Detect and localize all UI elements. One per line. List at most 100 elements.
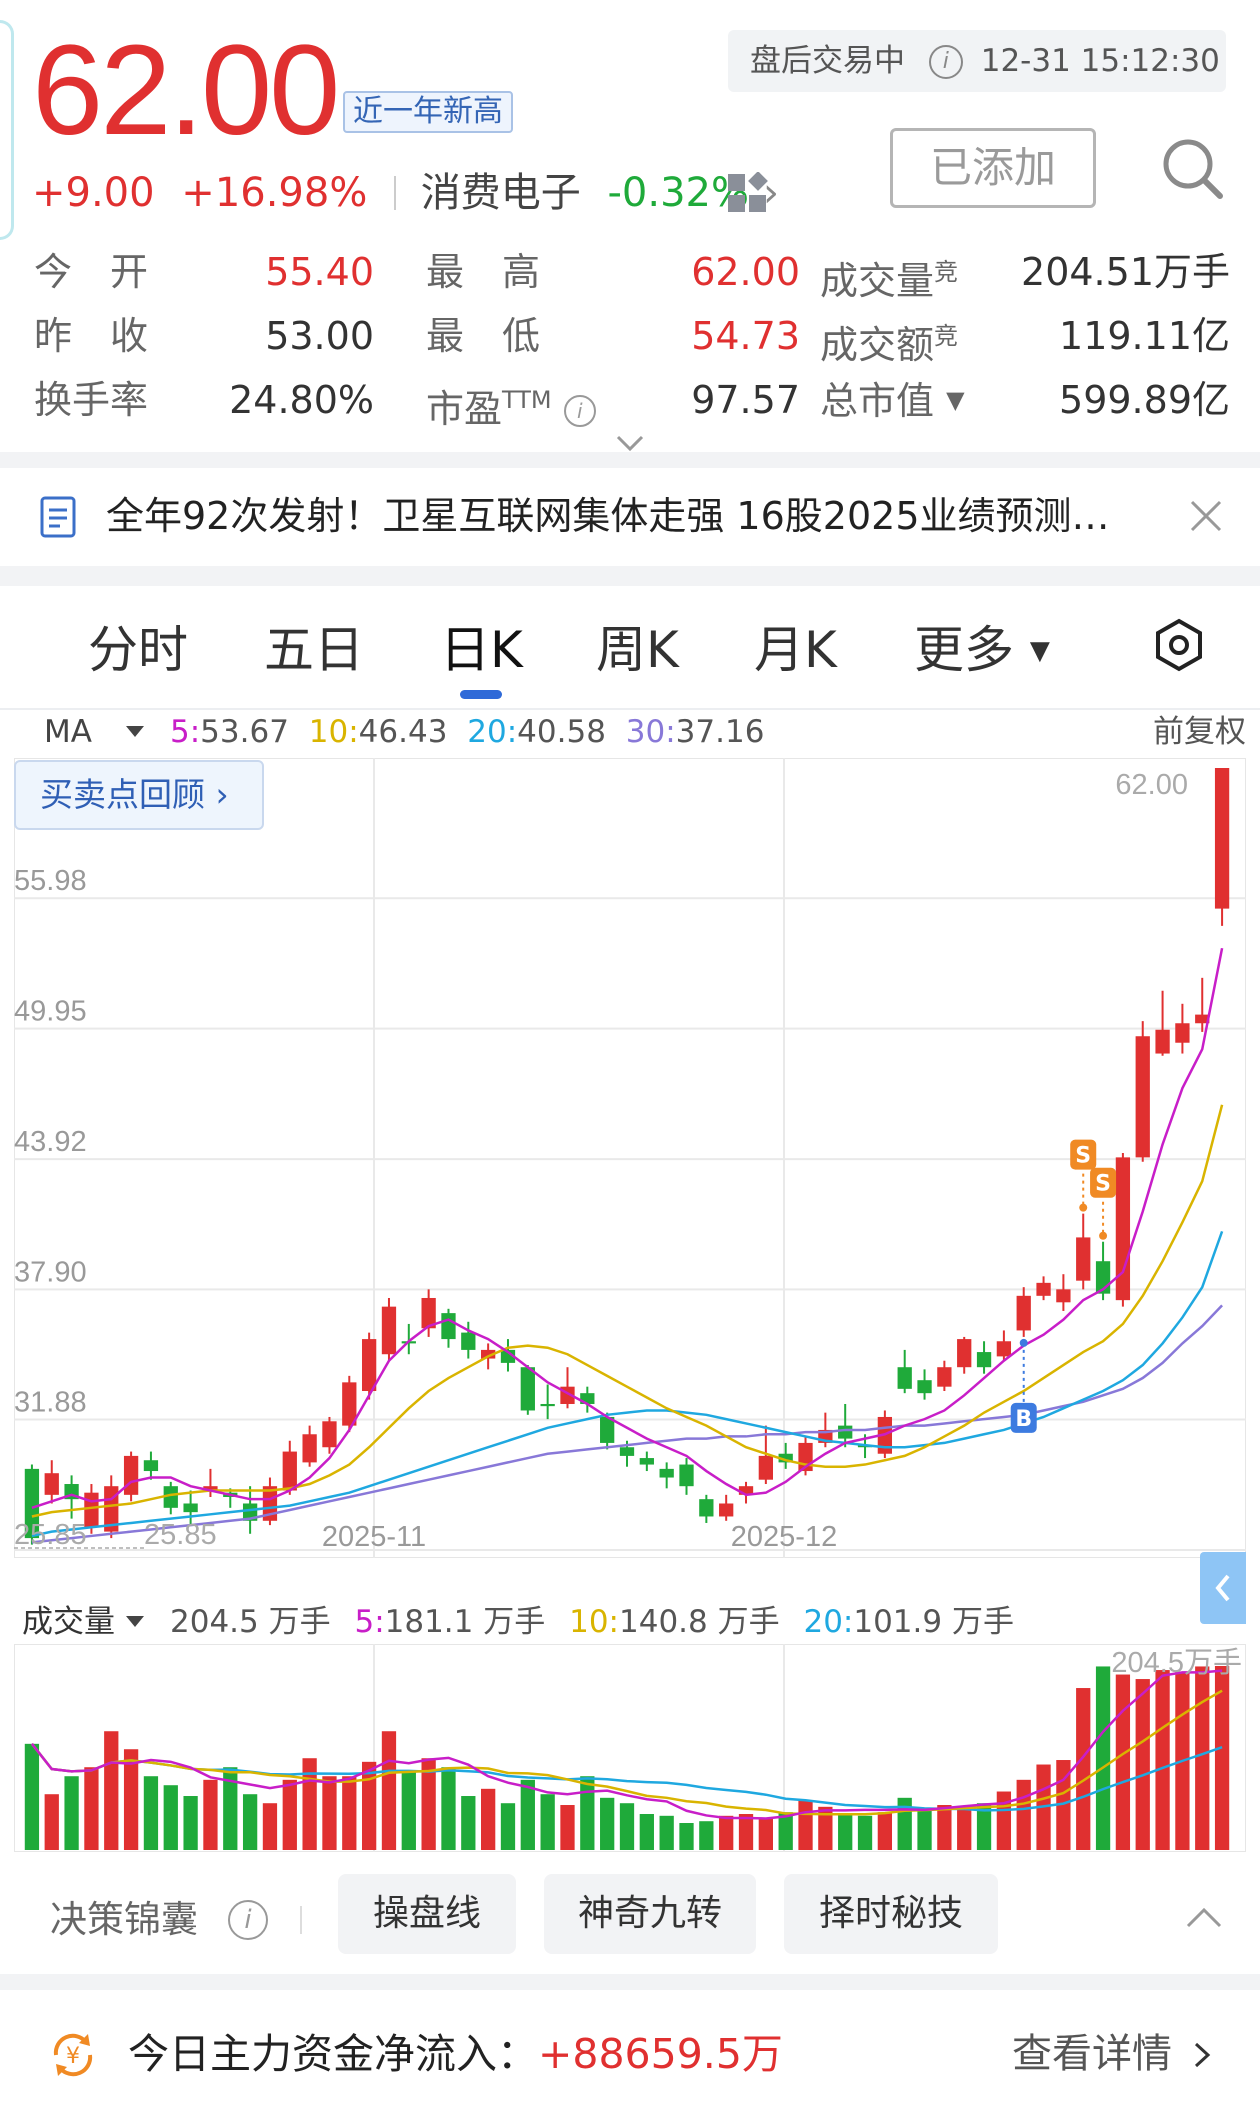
candle-body [123, 1455, 139, 1495]
news-doc-icon [40, 496, 76, 538]
candle-body [937, 1367, 952, 1387]
added-watchlist-button[interactable]: 已添加 [890, 128, 1096, 208]
tool-chip-magic-nine[interactable]: 神奇九转 [544, 1874, 756, 1954]
signal-label: S [1075, 1144, 1091, 1169]
candle [381, 1297, 397, 1361]
indicator-selector[interactable]: MA [44, 712, 92, 752]
volume-bar [580, 1776, 595, 1850]
fund-flow-row[interactable]: ¥ 今日主力资金净流入：+88659.5万 查看详情 [0, 1990, 1260, 2112]
tab-more[interactable]: 更多 ▼ [914, 620, 1050, 681]
candle [560, 1367, 575, 1409]
signal-dot [1099, 1231, 1108, 1240]
vol-ma20-value: 101.9 万手 [853, 1604, 1014, 1640]
volume-legend: 成交量 204.5 万手 5:181.1 万手 10:140.8 万手 20:1… [14, 1600, 1260, 1644]
tab-five-day[interactable]: 五日 [264, 620, 364, 680]
volume-bar [699, 1821, 714, 1850]
ma-values: 5:53.67 10:46.43 20:40.58 30:37.16 [170, 714, 765, 750]
candle-body [996, 1341, 1012, 1357]
volume-bar [798, 1800, 813, 1850]
chevron-right-icon[interactable] [1192, 2040, 1212, 2070]
tab-daily-k[interactable]: 日K [440, 620, 523, 680]
chevron-up-icon[interactable] [1184, 1904, 1224, 1930]
candle-body [897, 1367, 912, 1389]
sector-grid-icon[interactable] [726, 172, 768, 214]
ma30-line [31, 1304, 1223, 1544]
candle-body [719, 1503, 734, 1517]
stat-label: 市盈TTM i [426, 368, 596, 441]
candle [322, 1416, 337, 1454]
candle [976, 1341, 992, 1374]
candle [917, 1369, 932, 1400]
candle [123, 1451, 139, 1502]
volume-bar [163, 1785, 178, 1850]
volume-bar [143, 1776, 159, 1850]
candlestick-chart[interactable]: 55.98 49.95 43.92 37.90 31.88 2025-11 2025-12 6… [14, 758, 1246, 1558]
volume-bar [1195, 1666, 1210, 1850]
section-divider [0, 566, 1260, 586]
tab-monthly-k[interactable]: 月K [754, 620, 837, 680]
new-high-badge: 近一年新高 [343, 91, 513, 133]
volume-bar [877, 1812, 893, 1850]
candle-body [282, 1451, 297, 1491]
stats-row: 换手率 24.80% 市盈TTM i 97.57 总市值 ▼ 599.89亿 [34, 368, 1230, 432]
tool-chip-timing[interactable]: 择时秘技 [784, 1874, 998, 1954]
volume-chart[interactable]: 204.5万手 [14, 1644, 1246, 1852]
signal-label: B [1015, 1407, 1032, 1432]
view-details-link[interactable]: 查看详情 [1012, 2026, 1172, 2082]
candle [1135, 1021, 1150, 1162]
volume-bar [857, 1815, 873, 1850]
caret-down-icon[interactable] [126, 726, 144, 737]
ma30-value: 37.16 [675, 714, 765, 750]
news-headline[interactable]: 全年92次发射！卫星互联网集体走强 16股2025业绩预测… [106, 488, 1146, 544]
expand-stats-chevron-icon[interactable] [612, 432, 648, 454]
tab-intraday[interactable]: 分时 [88, 620, 188, 680]
candle [1076, 1213, 1091, 1290]
tool-chip-operate-line[interactable]: 操盘线 [338, 1874, 516, 1954]
candle [679, 1458, 694, 1495]
candle [1175, 1003, 1190, 1054]
info-icon[interactable]: i [563, 395, 596, 427]
volume-bar [44, 1794, 59, 1850]
volume-bar [242, 1794, 258, 1850]
candle-body [1036, 1282, 1051, 1296]
settings-hexagon-icon[interactable] [1152, 618, 1206, 672]
caret-down-icon[interactable] [126, 1616, 144, 1627]
tab-weekly-k[interactable]: 周K [596, 620, 679, 680]
search-icon[interactable] [1158, 134, 1228, 204]
stat-label: 成交额竞 [820, 322, 959, 367]
buy-sell-review-button[interactable]: 买卖点回顾 › [14, 760, 264, 830]
current-price: 62.00 [32, 19, 340, 162]
info-icon[interactable]: i [228, 1900, 268, 1940]
volume-selector[interactable]: 成交量 [22, 1600, 115, 1644]
volume-bar [481, 1788, 496, 1850]
fund-flow-label: 今日主力资金净流入：+88659.5万 [128, 2030, 783, 2078]
news-banner[interactable]: 全年92次发射！卫星互联网集体走强 16股2025业绩预测… [0, 466, 1260, 566]
volume-bar [461, 1796, 476, 1850]
candle [1056, 1274, 1071, 1311]
stat-value: 54.73 [691, 314, 800, 358]
candle-body [183, 1503, 198, 1513]
candle [1036, 1276, 1051, 1301]
close-icon[interactable] [1188, 498, 1224, 534]
market-status-pill[interactable]: 盘后交易中 i 12-31 15:12:30 [728, 30, 1226, 92]
volume-bar [342, 1776, 357, 1850]
candle-body [1115, 1157, 1131, 1301]
volume-bar [917, 1809, 932, 1850]
market-cap-selector[interactable]: 总市值 ▼ [820, 368, 965, 433]
sector-name: 消费电子 [420, 170, 581, 216]
candle-body [441, 1313, 456, 1340]
market-status-text: 盘后交易中 [750, 43, 905, 79]
candle [1155, 990, 1170, 1056]
candle-body [44, 1473, 59, 1495]
caret-down-icon: ▼ [946, 386, 965, 414]
adjust-mode-button[interactable]: 前复权 [1153, 712, 1246, 752]
max-price-label: 62.00 [1115, 769, 1188, 801]
volume-bar [619, 1803, 635, 1850]
candle [897, 1349, 912, 1394]
price-change: +9.00 [32, 170, 155, 216]
info-icon[interactable]: i [928, 45, 963, 79]
min-price-label: 25.85 [14, 1519, 87, 1551]
candle-body [957, 1339, 972, 1368]
y-tick-label: 49.95 [14, 996, 87, 1028]
volume-bar [719, 1815, 734, 1850]
